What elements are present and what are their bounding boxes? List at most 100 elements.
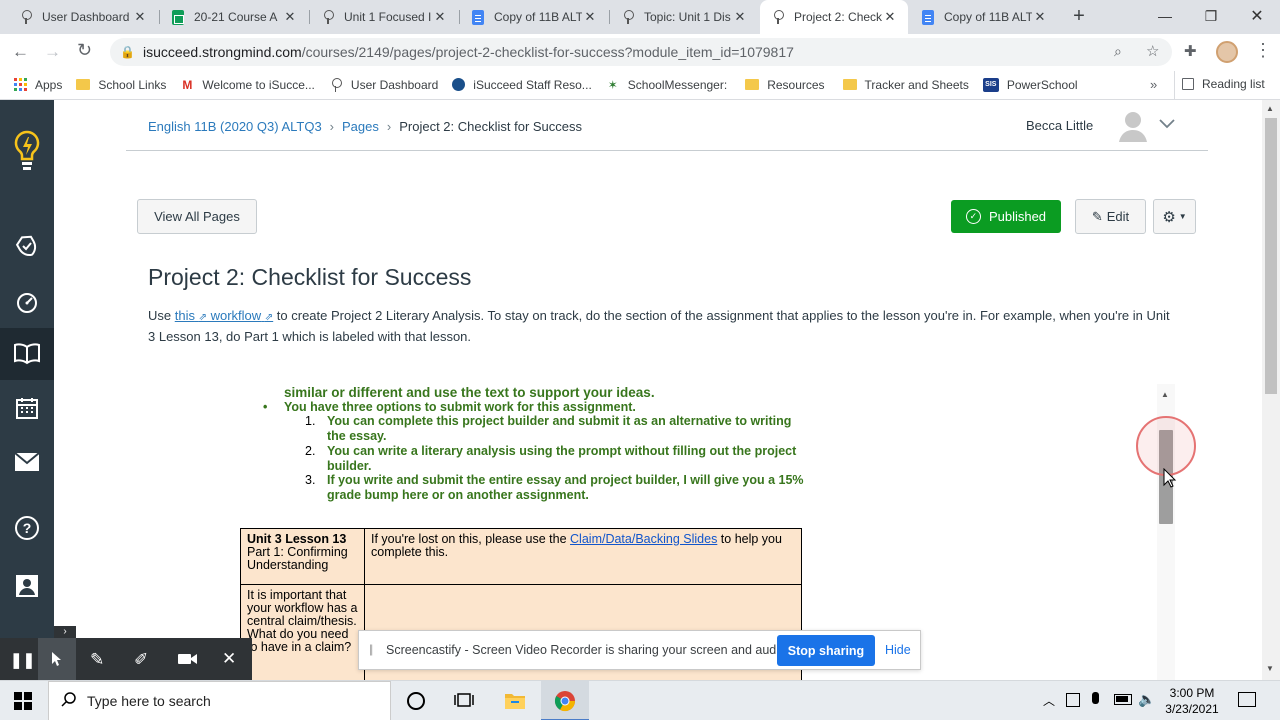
close-window-button[interactable]: ✕ (1234, 0, 1280, 32)
close-icon[interactable]: ✕ (132, 9, 148, 25)
apps-grid-icon (14, 77, 27, 92)
pin-icon (770, 9, 786, 25)
highlighter-tool-icon[interactable]: ✐ (134, 650, 148, 670)
profile-avatar[interactable] (1216, 41, 1238, 63)
forward-arrow-icon[interactable]: → (44, 42, 61, 62)
profile-user-icon[interactable] (0, 560, 54, 612)
bookmark-tracker-sheets[interactable]: Tracker and Sheets (842, 78, 969, 92)
tab-course-sheet[interactable]: 20-21 Course A ✕ (160, 0, 308, 34)
scroll-up-arrow-icon[interactable]: ▲ (1161, 390, 1169, 399)
kebab-menu-icon[interactable]: ⋮ (1254, 40, 1272, 61)
dashboard-gauge-icon[interactable] (0, 276, 54, 328)
breadcrumb-pages-link[interactable]: Pages (342, 119, 379, 134)
file-explorer-icon[interactable] (505, 692, 525, 714)
show-hidden-icons-chevron-icon[interactable]: ︿ (1043, 692, 1055, 709)
pause-icon[interactable]: ❚❚ (10, 651, 35, 669)
courses-book-icon[interactable] (0, 328, 54, 380)
close-icon[interactable]: ✕ (282, 9, 298, 25)
close-icon[interactable]: ✕ (1032, 9, 1048, 25)
microphone-icon[interactable] (1092, 692, 1099, 704)
camera-toggle-icon[interactable] (178, 652, 198, 671)
published-button[interactable]: ✓ Published (951, 200, 1061, 233)
volume-icon[interactable]: 🔈 (1138, 691, 1155, 708)
notifications-icon[interactable] (1238, 692, 1256, 707)
bookmark-schoolmessenger[interactable]: ✶ SchoolMessenger: (606, 78, 727, 92)
pin-icon (620, 9, 636, 25)
url-domain: isucceed.strongmind.com (142, 44, 302, 60)
tab-copy-of-11b[interactable]: Copy of 11B ALT ✕ (460, 0, 608, 34)
google-sheets-icon (170, 9, 186, 25)
gmail-icon: M (182, 77, 193, 92)
doc-bullet-text: You have three options to submit work fo… (284, 400, 636, 414)
help-icon[interactable]: ? (0, 502, 54, 554)
tab-user-dashboard[interactable]: User Dashboard ✕ (8, 0, 158, 34)
reload-icon[interactable]: ↻ (77, 40, 92, 61)
chrome-taskbar-button[interactable] (541, 681, 589, 720)
extensions-puzzle-icon[interactable]: ✚ (1184, 42, 1197, 60)
expand-arrow-icon[interactable]: › (54, 626, 76, 638)
close-icon[interactable]: ✕ (732, 9, 748, 25)
battery-icon[interactable] (1114, 694, 1132, 705)
stop-sharing-button[interactable]: Stop sharing (777, 635, 875, 666)
this-link[interactable]: this ⇗ (175, 308, 207, 323)
check-circle-icon: ✓ (965, 209, 981, 224)
restore-button[interactable]: ❐ (1188, 0, 1234, 32)
tray-app-icon[interactable] (1066, 693, 1080, 707)
bookmark-resources[interactable]: Resources (745, 78, 825, 92)
scroll-down-arrow-icon[interactable]: ▼ (1266, 664, 1274, 673)
scroll-up-arrow-icon[interactable]: ▲ (1266, 104, 1274, 113)
breadcrumb-course-link[interactable]: English 11B (2020 Q3) ALTQ3 (148, 119, 322, 134)
bookmark-apps[interactable]: Apps (14, 78, 62, 92)
doc-option-1: You can complete this project builder an… (327, 414, 792, 443)
reading-list-button[interactable]: Reading list (1182, 77, 1265, 91)
close-icon[interactable]: ✕ (882, 9, 898, 25)
taskbar-search-box[interactable]: Type here to search (48, 681, 391, 720)
header-divider (126, 150, 1208, 151)
user-name[interactable]: Becca Little (1026, 118, 1093, 133)
workflow-link[interactable]: workflow ⇗ (206, 308, 274, 323)
isucceed-logo-icon[interactable] (0, 122, 54, 182)
calendar-icon[interactable] (0, 382, 54, 434)
bookmark-welcome-isucceed[interactable]: M Welcome to iSucce... (180, 78, 315, 92)
hide-button[interactable]: Hide (885, 643, 911, 657)
cortana-circle-icon[interactable] (407, 692, 425, 710)
page-scroll-thumb[interactable] (1265, 118, 1277, 394)
edit-button[interactable]: ✎ Edit (1075, 199, 1146, 234)
pointer-tool-button[interactable] (38, 638, 76, 680)
new-tab-button[interactable]: + (1068, 6, 1090, 28)
more-bookmarks-icon[interactable]: » (1150, 77, 1157, 92)
address-bar[interactable]: 🔒 isucceed.strongmind.com/courses/2149/p… (110, 38, 1172, 66)
bookmark-label: PowerSchool (1006, 77, 1078, 92)
tab-copy-of-11b-2[interactable]: Copy of 11B ALT ✕ (910, 0, 1058, 34)
claim-data-backing-link[interactable]: Claim/Data/Backing Slides (570, 532, 717, 546)
clock[interactable]: 3:00 PM 3/23/2021 (1160, 685, 1224, 717)
tab-topic-unit1[interactable]: Topic: Unit 1 Dis ✕ (610, 0, 758, 34)
windows-taskbar: Type here to search ︿ 🔈 3:00 PM 3/23/202… (0, 680, 1280, 720)
minimize-button[interactable]: — (1142, 0, 1188, 32)
tab-project2-active[interactable]: Project 2: Check ✕ (760, 0, 908, 34)
page-scrollbar[interactable]: ▲ ▼ (1262, 100, 1280, 680)
close-icon[interactable]: ✕ (582, 9, 598, 25)
google-docs-icon (470, 9, 486, 25)
bookmark-user-dashboard[interactable]: User Dashboard (329, 77, 438, 92)
bookmark-staff-resources[interactable]: iSucceed Staff Reso... (452, 78, 592, 92)
zoom-search-icon[interactable]: ⌕ (1114, 43, 1122, 60)
task-view-icon[interactable] (454, 691, 474, 714)
view-all-pages-button[interactable]: View All Pages (137, 199, 257, 234)
windows-start-icon[interactable] (14, 692, 32, 715)
drag-handle-icon[interactable]: || (369, 642, 373, 656)
back-arrow-icon[interactable]: ← (12, 42, 29, 62)
close-icon[interactable]: ✕ (432, 9, 448, 25)
pen-tool-icon[interactable]: ✎ (90, 650, 104, 670)
star-bookmark-icon[interactable]: ☆ (1146, 42, 1159, 60)
chevron-down-icon[interactable] (1158, 116, 1176, 134)
tab-unit1-focused[interactable]: Unit 1 Focused I ✕ (310, 0, 458, 34)
bookmark-powerschool[interactable]: SIS PowerSchool (982, 77, 1078, 92)
account-badge-icon[interactable] (0, 220, 54, 272)
bookmark-school-links[interactable]: School Links (76, 78, 166, 92)
close-toolbar-icon[interactable]: ✕ (222, 649, 236, 669)
inbox-icon[interactable] (0, 436, 54, 488)
settings-menu-button[interactable]: ⚙ ▼ (1153, 199, 1196, 234)
user-avatar-icon[interactable] (1118, 110, 1148, 142)
link-text: workflow (206, 308, 262, 323)
